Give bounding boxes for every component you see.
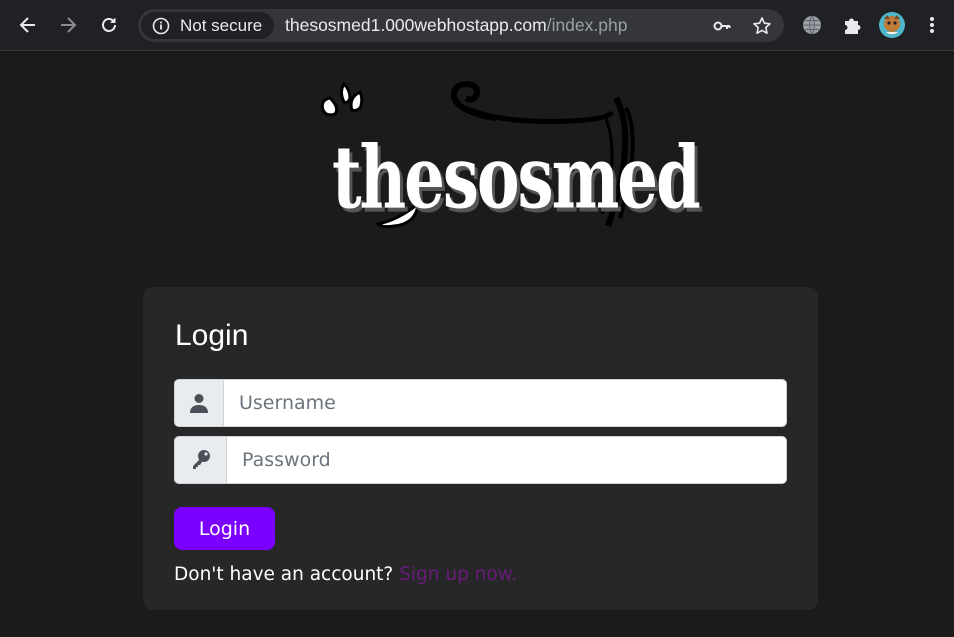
- username-addon: [175, 380, 224, 426]
- info-icon: [152, 17, 170, 34]
- url-host: thesosmed1.000webhostapp.com: [285, 15, 547, 35]
- signup-prompt: Don't have an account?: [174, 564, 394, 585]
- puzzle-icon: [845, 18, 861, 34]
- key-icon: [713, 21, 731, 31]
- login-title: Login: [175, 319, 249, 352]
- forward-arrow-icon: [61, 17, 77, 33]
- reload-button[interactable]: [94, 10, 124, 40]
- bookmark-button[interactable]: [751, 15, 773, 37]
- username-input[interactable]: [224, 380, 786, 426]
- password-key-button[interactable]: [711, 15, 733, 37]
- profile-avatar: [879, 12, 905, 38]
- url-path: /index.php: [546, 15, 628, 35]
- password-input[interactable]: [227, 437, 786, 483]
- star-icon: [753, 17, 771, 34]
- signup-line: Don't have an account? Sign up now.: [174, 564, 517, 585]
- back-button[interactable]: [13, 10, 43, 40]
- profile-button[interactable]: [878, 11, 906, 39]
- browser-toolbar: Not secure thesosmed1.000webhostapp.com/…: [0, 0, 954, 51]
- signup-link[interactable]: Sign up now.: [399, 564, 517, 585]
- globe-extension-button[interactable]: [798, 11, 826, 39]
- extensions-button[interactable]: [838, 11, 866, 39]
- more-vert-icon: [930, 17, 934, 33]
- security-chip[interactable]: Not secure: [141, 12, 274, 39]
- password-input-group: [174, 436, 787, 484]
- url-text[interactable]: thesosmed1.000webhostapp.com/index.php: [285, 15, 627, 36]
- login-card: Login Login Don't have an ac: [143, 287, 818, 610]
- site-logo[interactable]: thesosmed: [316, 78, 701, 234]
- page-content: thesosmed Login Login: [0, 52, 954, 637]
- username-input-group: [174, 379, 787, 427]
- password-addon: [175, 437, 227, 483]
- user-icon: [190, 394, 208, 413]
- key-icon: [192, 450, 210, 469]
- address-bar[interactable]: Not secure thesosmed1.000webhostapp.com/…: [138, 9, 784, 42]
- globe-icon: [803, 15, 821, 35]
- security-label: Not secure: [180, 15, 263, 35]
- login-button[interactable]: Login: [174, 507, 275, 550]
- browser-menu-button[interactable]: [918, 11, 946, 39]
- back-arrow-icon: [19, 17, 35, 33]
- logo-text: thesosmed: [332, 128, 701, 230]
- forward-button[interactable]: [53, 10, 83, 40]
- reload-icon: [102, 18, 116, 32]
